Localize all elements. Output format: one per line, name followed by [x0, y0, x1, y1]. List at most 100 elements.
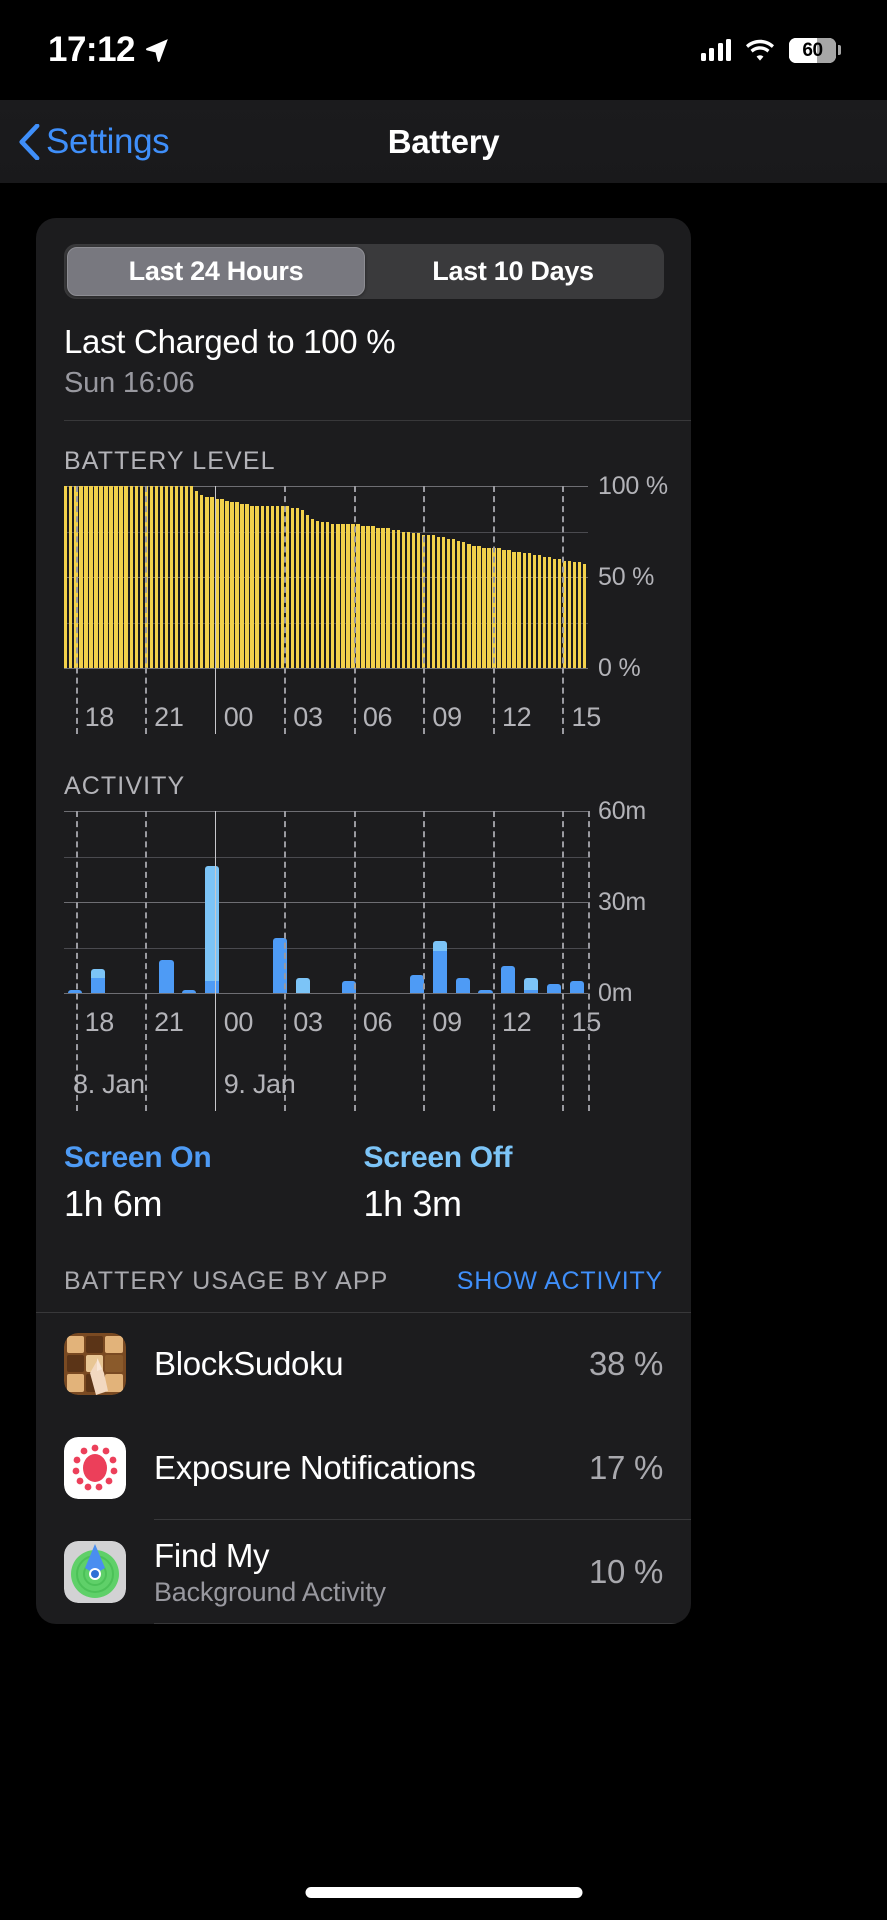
battery-level-bar	[426, 535, 431, 668]
status-bar-right: 60	[700, 37, 841, 63]
x-tick-line	[353, 486, 356, 734]
app-usage-row[interactable]: Exposure Notifications 17 %	[36, 1416, 691, 1520]
activity-x-tick-label: 21	[154, 1007, 184, 1037]
battery-level-chart-title: BATTERY LEVEL	[64, 447, 276, 475]
battery-level-bar	[109, 486, 113, 668]
battery-level-bar	[441, 536, 446, 668]
segmented-control-wrap: Last 24 Hours Last 10 Days	[36, 218, 691, 299]
battery-level-bar	[250, 506, 254, 668]
battery-level-bar	[295, 507, 300, 668]
battery-level-bar	[139, 486, 143, 668]
battery-level-bar	[547, 556, 552, 668]
activity-plot[interactable]: 18 21 00 03 06 09 12 15 8. Jan 9. Jan 60m 30m 0m	[64, 797, 691, 1111]
battery-level-bar	[260, 506, 264, 668]
battery-level-bar	[416, 533, 421, 668]
battery-level-bar	[331, 524, 335, 668]
activity-x-tick-label: 03	[293, 1007, 323, 1037]
battery-level-bar	[482, 547, 486, 668]
battery-level-bar	[195, 491, 199, 668]
activity-day-label-8-jan: 8. Jan	[73, 1069, 145, 1099]
battery-level-bar	[371, 526, 375, 668]
activity-bar-screen-off	[91, 968, 106, 978]
gridline-horizontal	[64, 811, 588, 812]
x-tick-line	[423, 486, 426, 734]
battery-level-bar	[376, 527, 380, 668]
activity-x-tick-label: 15	[571, 1007, 601, 1037]
battery-level-plot[interactable]: 18 21 00 03 06 09 12 15 100 % 50 % 0 %	[64, 472, 691, 746]
back-button[interactable]: Settings	[18, 122, 170, 162]
battery-level-bar	[517, 551, 521, 668]
battery-level-bar	[225, 500, 229, 668]
battery-level-bar	[527, 553, 531, 668]
last-charged-subtitle: Sun 16:06	[64, 367, 195, 399]
app-name: Find My	[154, 1536, 270, 1574]
segment-last-24-hours[interactable]: Last 24 Hours	[67, 247, 365, 296]
activity-y-tick-label: 0m	[598, 979, 633, 1007]
battery-x-tick-label: 15	[571, 702, 601, 732]
activity-x-tick-label: 06	[362, 1007, 393, 1037]
battery-level-bar	[124, 486, 128, 668]
app-usage-row[interactable]: Find My Background Activity 10 %	[36, 1520, 691, 1624]
battery-level-bar	[320, 522, 325, 668]
activity-bar-screen-on	[546, 983, 561, 993]
battery-level-bar	[512, 551, 516, 668]
row-divider	[154, 1623, 691, 1624]
find-my-app-icon	[64, 1541, 126, 1603]
x-tick-line	[562, 811, 565, 1111]
battery-level-bar	[507, 549, 511, 668]
battery-level-bar	[99, 486, 103, 668]
battery-level-bar	[462, 542, 466, 668]
battery-y-tick-label: 0 %	[598, 654, 641, 682]
battery-level-bar	[431, 535, 436, 668]
activity-bar-screen-off	[523, 977, 539, 990]
app-subtitle: Background Activity	[154, 1576, 386, 1607]
battery-level-bar	[315, 520, 320, 668]
battery-level-bar	[154, 486, 159, 668]
battery-level-bar	[401, 531, 405, 668]
activity-chart-block: ACTIVITY 18 21 00 03 06 09 12 15 8. Jan 9. Jan 60m…	[36, 772, 691, 1111]
battery-level-bar	[84, 486, 88, 668]
blocksudoku-app-icon	[64, 1333, 126, 1395]
activity-bar-screen-on	[410, 974, 425, 993]
battery-level-bar	[189, 486, 194, 668]
show-activity-button[interactable]: SHOW ACTIVITY	[457, 1267, 663, 1296]
app-usage-list: BlockSudoku 38 % Exposure Notifications 17 …	[36, 1312, 691, 1624]
home-indicator[interactable]	[305, 1887, 582, 1898]
status-bar-clock: 17:12	[48, 30, 136, 69]
app-usage-row[interactable]: BlockSudoku 38 %	[36, 1312, 691, 1416]
app-battery-percent: 38 %	[588, 1345, 663, 1382]
battery-level-bar	[305, 515, 310, 668]
battery-x-tick-label: 21	[154, 702, 184, 732]
segment-last-10-days[interactable]: Last 10 Days	[365, 247, 661, 296]
battery-level-bar	[255, 506, 259, 668]
activity-bar-screen-on	[455, 977, 470, 993]
x-tick-line	[284, 486, 287, 734]
battery-level-chart-block: BATTERY LEVEL 18 21 00 03 06 09 12 15 100 % 50 % 0…	[36, 447, 691, 746]
battery-level-bar	[94, 486, 98, 668]
battery-level-bar	[205, 496, 209, 668]
battery-level-bar	[275, 506, 280, 668]
battery-level-bar	[310, 518, 315, 668]
battery-level-bar	[502, 549, 506, 668]
battery-level-bar	[159, 486, 164, 668]
plot-right-edge	[588, 811, 590, 1111]
x-tick-line	[284, 811, 287, 1111]
battery-x-tick-label: 12	[501, 702, 532, 732]
screen-off-label: Screen Off	[363, 1141, 513, 1174]
battery-level-bar	[406, 531, 411, 668]
battery-level-bar	[240, 504, 244, 668]
iphone-battery-screen: 17:12 60 Settings Battery Last 24 Hours …	[0, 0, 887, 1920]
battery-level-bar	[446, 538, 451, 668]
screen-off-value: 1h 3m	[363, 1183, 462, 1224]
activity-y-tick-label: 60m	[598, 797, 647, 825]
x-tick-line	[492, 486, 495, 734]
battery-percent-label: 60	[802, 39, 823, 61]
time-range-segmented-control[interactable]: Last 24 Hours Last 10 Days	[64, 244, 664, 299]
battery-level-bar	[472, 546, 476, 668]
gridline-horizontal	[64, 856, 588, 858]
battery-level-bar	[552, 558, 557, 668]
battery-level-bar	[336, 524, 340, 668]
chevron-left-icon	[19, 124, 40, 160]
exposure-notifications-app-icon	[64, 1437, 126, 1499]
screen-on-block: Screen On 1h 6m	[64, 1141, 364, 1225]
